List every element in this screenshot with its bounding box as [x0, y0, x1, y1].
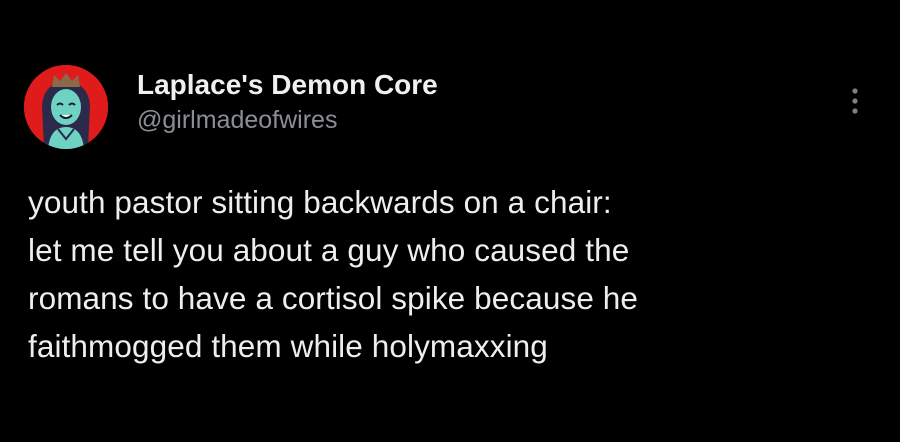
author-info: Laplace's Demon Core @girlmadeofwires: [137, 68, 438, 136]
tweet-text-line: let me tell you about a guy who caused t…: [28, 232, 630, 268]
vertical-ellipsis-icon: [852, 88, 858, 114]
anime-character-avatar-icon: [24, 65, 108, 149]
tweet-text-line: romans to have a cortisol spike because …: [28, 280, 639, 316]
author-handle[interactable]: @girlmadeofwires: [137, 104, 438, 136]
tweet-text-line: faithmogged them while holymaxxing: [28, 328, 548, 364]
tweet-card: Laplace's Demon Core @girlmadeofwires yo…: [0, 0, 900, 442]
avatar[interactable]: [24, 65, 108, 149]
tweet-text-line: youth pastor sitting backwards on a chai…: [28, 184, 612, 220]
more-options-button[interactable]: [842, 84, 868, 118]
tweet-text: youth pastor sitting backwards on a chai…: [28, 178, 883, 370]
author-display-name[interactable]: Laplace's Demon Core: [137, 68, 438, 102]
